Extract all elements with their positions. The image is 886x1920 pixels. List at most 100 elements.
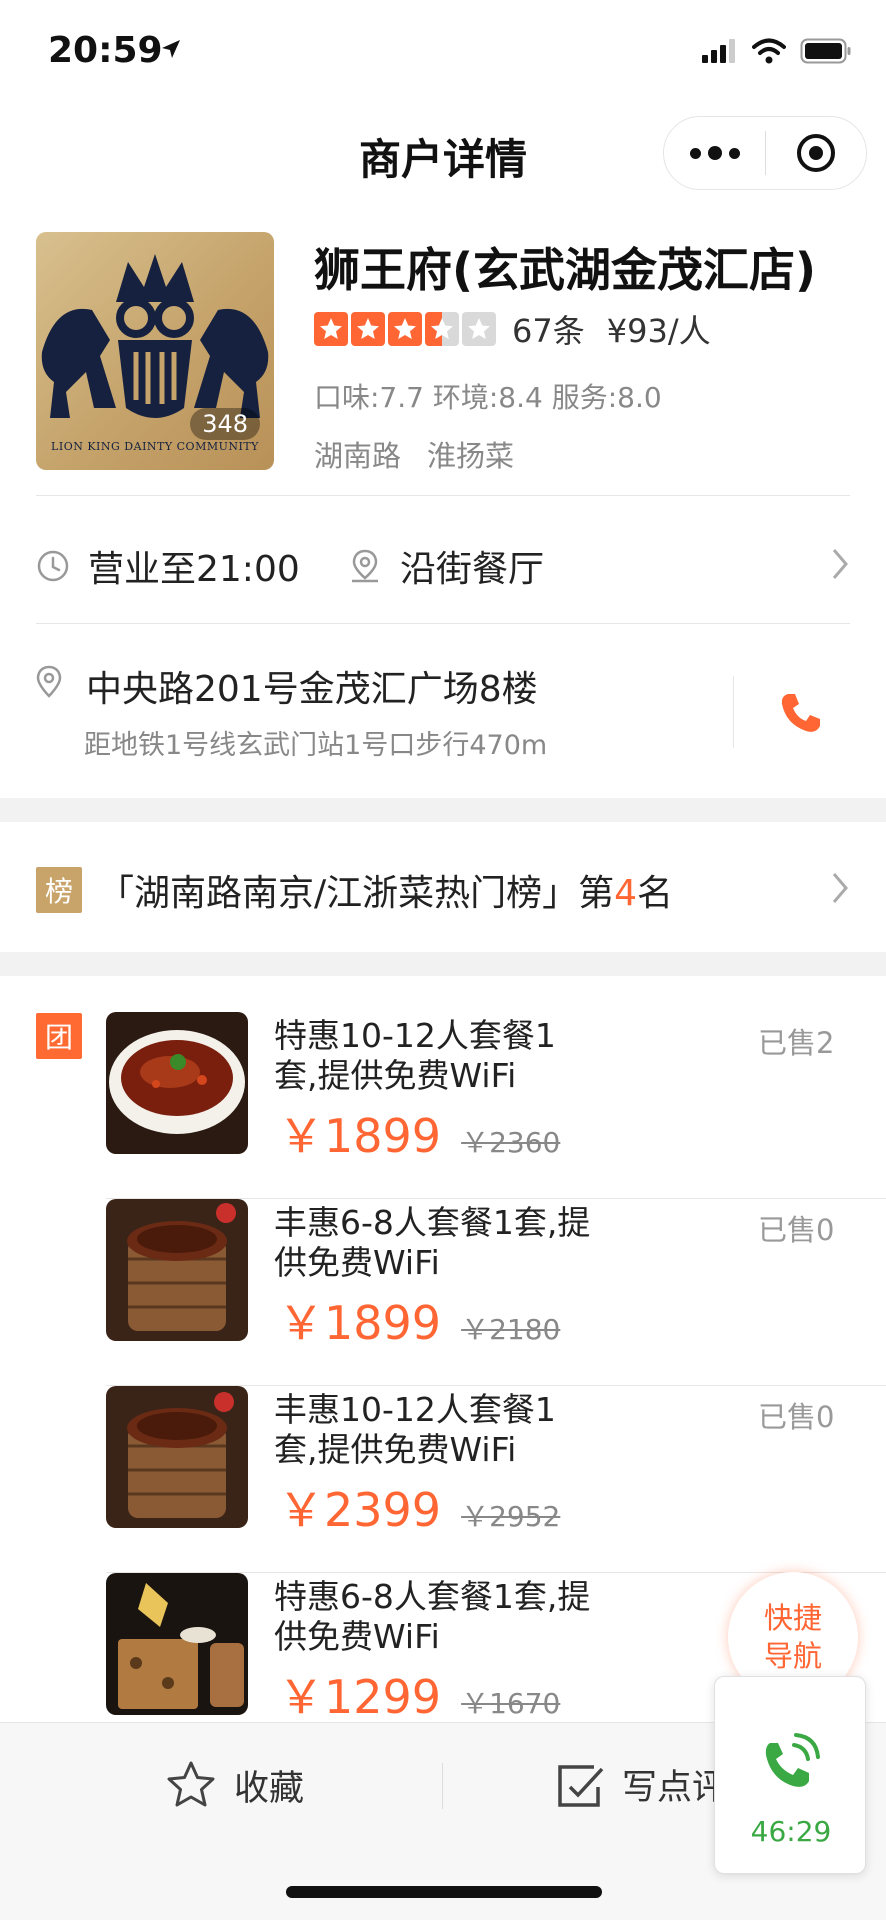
chevron-right-icon — [832, 873, 848, 903]
deal-image — [106, 1386, 248, 1528]
more-dots-icon — [728, 147, 740, 159]
mini-program-capsule — [663, 116, 867, 190]
location-pin-icon — [352, 549, 378, 583]
deal-prices: ￥1899 ￥2180 — [278, 1287, 560, 1353]
deal-image — [106, 1012, 248, 1154]
divider — [733, 676, 734, 748]
ranking-suffix: 名 — [637, 873, 674, 914]
deal-prices: ￥2399 ￥2952 — [278, 1474, 560, 1540]
divider — [36, 623, 850, 624]
metro-distance: 距地铁1号线玄武门站1号口步行470m — [84, 730, 548, 761]
section-gap — [0, 952, 886, 976]
shop-tags: 湖南路 淮扬菜 — [314, 433, 514, 475]
favorite-label: 收藏 — [234, 1768, 305, 1809]
type-text: 沿街餐厅 — [400, 549, 545, 590]
review-label: 写点评 — [622, 1768, 728, 1808]
more-dots-icon — [707, 146, 722, 160]
dish-image-icon — [106, 1012, 248, 1154]
deal-image — [106, 1573, 248, 1715]
logo-caption: LION KING DAINTY COMMUNITY — [51, 440, 259, 453]
dish-image-icon — [106, 1573, 248, 1715]
deal-original-price: ￥1670 — [461, 1687, 561, 1720]
shop-header: LION KING DAINTY COMMUNITY 348 狮王府(玄武湖金茂… — [0, 230, 886, 495]
deal-item[interactable]: 丰惠6-8人套餐1套,提供免费WiFi 已售0 ￥1899 ￥2180 — [106, 1199, 886, 1386]
deal-original-price: ￥2180 — [461, 1313, 561, 1346]
deal-original-price: ￥2360 — [461, 1126, 561, 1159]
deal-title: 丰惠6-8人套餐1套,提供免费WiFi — [274, 1203, 591, 1282]
wifi-icon — [752, 38, 786, 64]
section-gap — [0, 798, 886, 822]
status-bar: 20:59 — [0, 0, 886, 100]
more-button[interactable] — [664, 117, 765, 189]
call-timer: 46:29 — [750, 1815, 832, 1848]
star-rating — [314, 312, 496, 346]
target-icon — [796, 134, 835, 172]
navigation-bar: 商户详情 — [0, 100, 886, 210]
home-indicator — [286, 1886, 602, 1898]
tag-cuisine: 淮扬菜 — [427, 439, 515, 473]
write-review-button[interactable]: 写点评 — [556, 1759, 727, 1810]
deal-prices: ￥1899 ￥2360 — [278, 1100, 560, 1166]
ranking-number: 4 — [614, 873, 638, 914]
map-pin-icon — [36, 665, 62, 698]
star-icon — [351, 312, 385, 346]
deal-sold-count: 已售0 — [758, 1400, 835, 1434]
deal-sold-count: 已售0 — [758, 1213, 835, 1247]
star-outline-icon — [167, 1761, 215, 1807]
star-icon — [425, 312, 459, 346]
deal-item[interactable]: 特惠10-12人套餐1套,提供免费WiFi 已售2 ￥1899 ￥2360 — [106, 1012, 886, 1199]
clock-icon — [37, 550, 69, 582]
tag-area: 湖南路 — [314, 439, 402, 473]
shop-logo[interactable]: LION KING DAINTY COMMUNITY 348 — [36, 232, 274, 470]
battery-icon — [800, 38, 851, 64]
location-arrow-icon — [162, 40, 180, 58]
deal-price: ￥2399 — [278, 1483, 442, 1537]
phone-icon[interactable] — [778, 690, 824, 736]
edit-icon — [558, 1764, 604, 1807]
review-count[interactable]: 67条 — [512, 306, 585, 352]
star-icon — [314, 312, 348, 346]
close-mini-program-button[interactable] — [766, 117, 866, 189]
dish-image-icon — [106, 1386, 248, 1528]
ranking-text: 「湖南路南京/江浙菜热门榜」第4名 — [98, 864, 673, 916]
shop-name: 狮王府(玄武湖金茂汇店) — [314, 243, 817, 297]
ranking-row[interactable]: 榜 「湖南路南京/江浙菜热门榜」第4名 — [0, 822, 886, 952]
deal-title: 特惠6-8人套餐1套,提供免费WiFi — [274, 1577, 591, 1656]
phone-call-icon — [765, 1733, 820, 1787]
quick-nav-line1: 快捷 — [763, 1601, 822, 1635]
business-info-row[interactable]: 营业至21:00 沿街餐厅 — [0, 510, 886, 620]
rating-row: 67条 ¥93/人 — [314, 306, 711, 352]
favorite-button[interactable]: 收藏 — [164, 1759, 304, 1811]
restaurant-type: 沿街餐厅 — [348, 540, 544, 592]
deal-prices: ￥1299 ￥1670 — [278, 1661, 560, 1727]
signal-icon — [702, 39, 735, 63]
star-icon — [388, 312, 422, 346]
dish-image-icon — [106, 1199, 248, 1341]
star-icon — [462, 312, 496, 346]
group-deal-badge: 团 — [36, 1013, 82, 1059]
business-hours: 营业至21:00 — [36, 540, 300, 592]
ongoing-call-card[interactable]: 46:29 — [714, 1676, 866, 1874]
more-dots-icon — [689, 147, 701, 159]
address-row[interactable]: 中央路201号金茂汇广场8楼 距地铁1号线玄武门站1号口步行470m — [0, 630, 886, 780]
deal-title: 特惠10-12人套餐1套,提供免费WiFi — [274, 1016, 556, 1095]
ranking-badge: 榜 — [36, 867, 82, 913]
photo-count: 348 — [190, 408, 260, 440]
deal-price: ￥1899 — [278, 1109, 442, 1163]
average-price: ¥93/人 — [606, 312, 711, 350]
quick-nav-line2: 导航 — [763, 1639, 822, 1673]
divider — [36, 495, 850, 496]
chevron-right-icon — [832, 549, 848, 579]
status-indicators — [702, 38, 852, 64]
deal-image — [106, 1199, 248, 1341]
deal-price: ￥1299 — [278, 1670, 442, 1724]
ranking-prefix: 「湖南路南京/江浙菜热门榜」第 — [98, 873, 615, 914]
deal-item[interactable]: 丰惠10-12人套餐1套,提供免费WiFi 已售0 ￥2399 ￥2952 — [106, 1386, 886, 1573]
deal-price: ￥1899 — [278, 1296, 442, 1350]
deal-title: 丰惠10-12人套餐1套,提供免费WiFi — [274, 1390, 556, 1469]
sub-scores: 口味:7.7 环境:8.4 服务:8.0 — [314, 381, 662, 414]
hours-text: 营业至21:00 — [88, 549, 300, 590]
deal-original-price: ￥2952 — [461, 1500, 561, 1533]
address-text: 中央路201号金茂汇广场8楼 — [86, 669, 538, 710]
deal-sold-count: 已售2 — [758, 1026, 835, 1060]
